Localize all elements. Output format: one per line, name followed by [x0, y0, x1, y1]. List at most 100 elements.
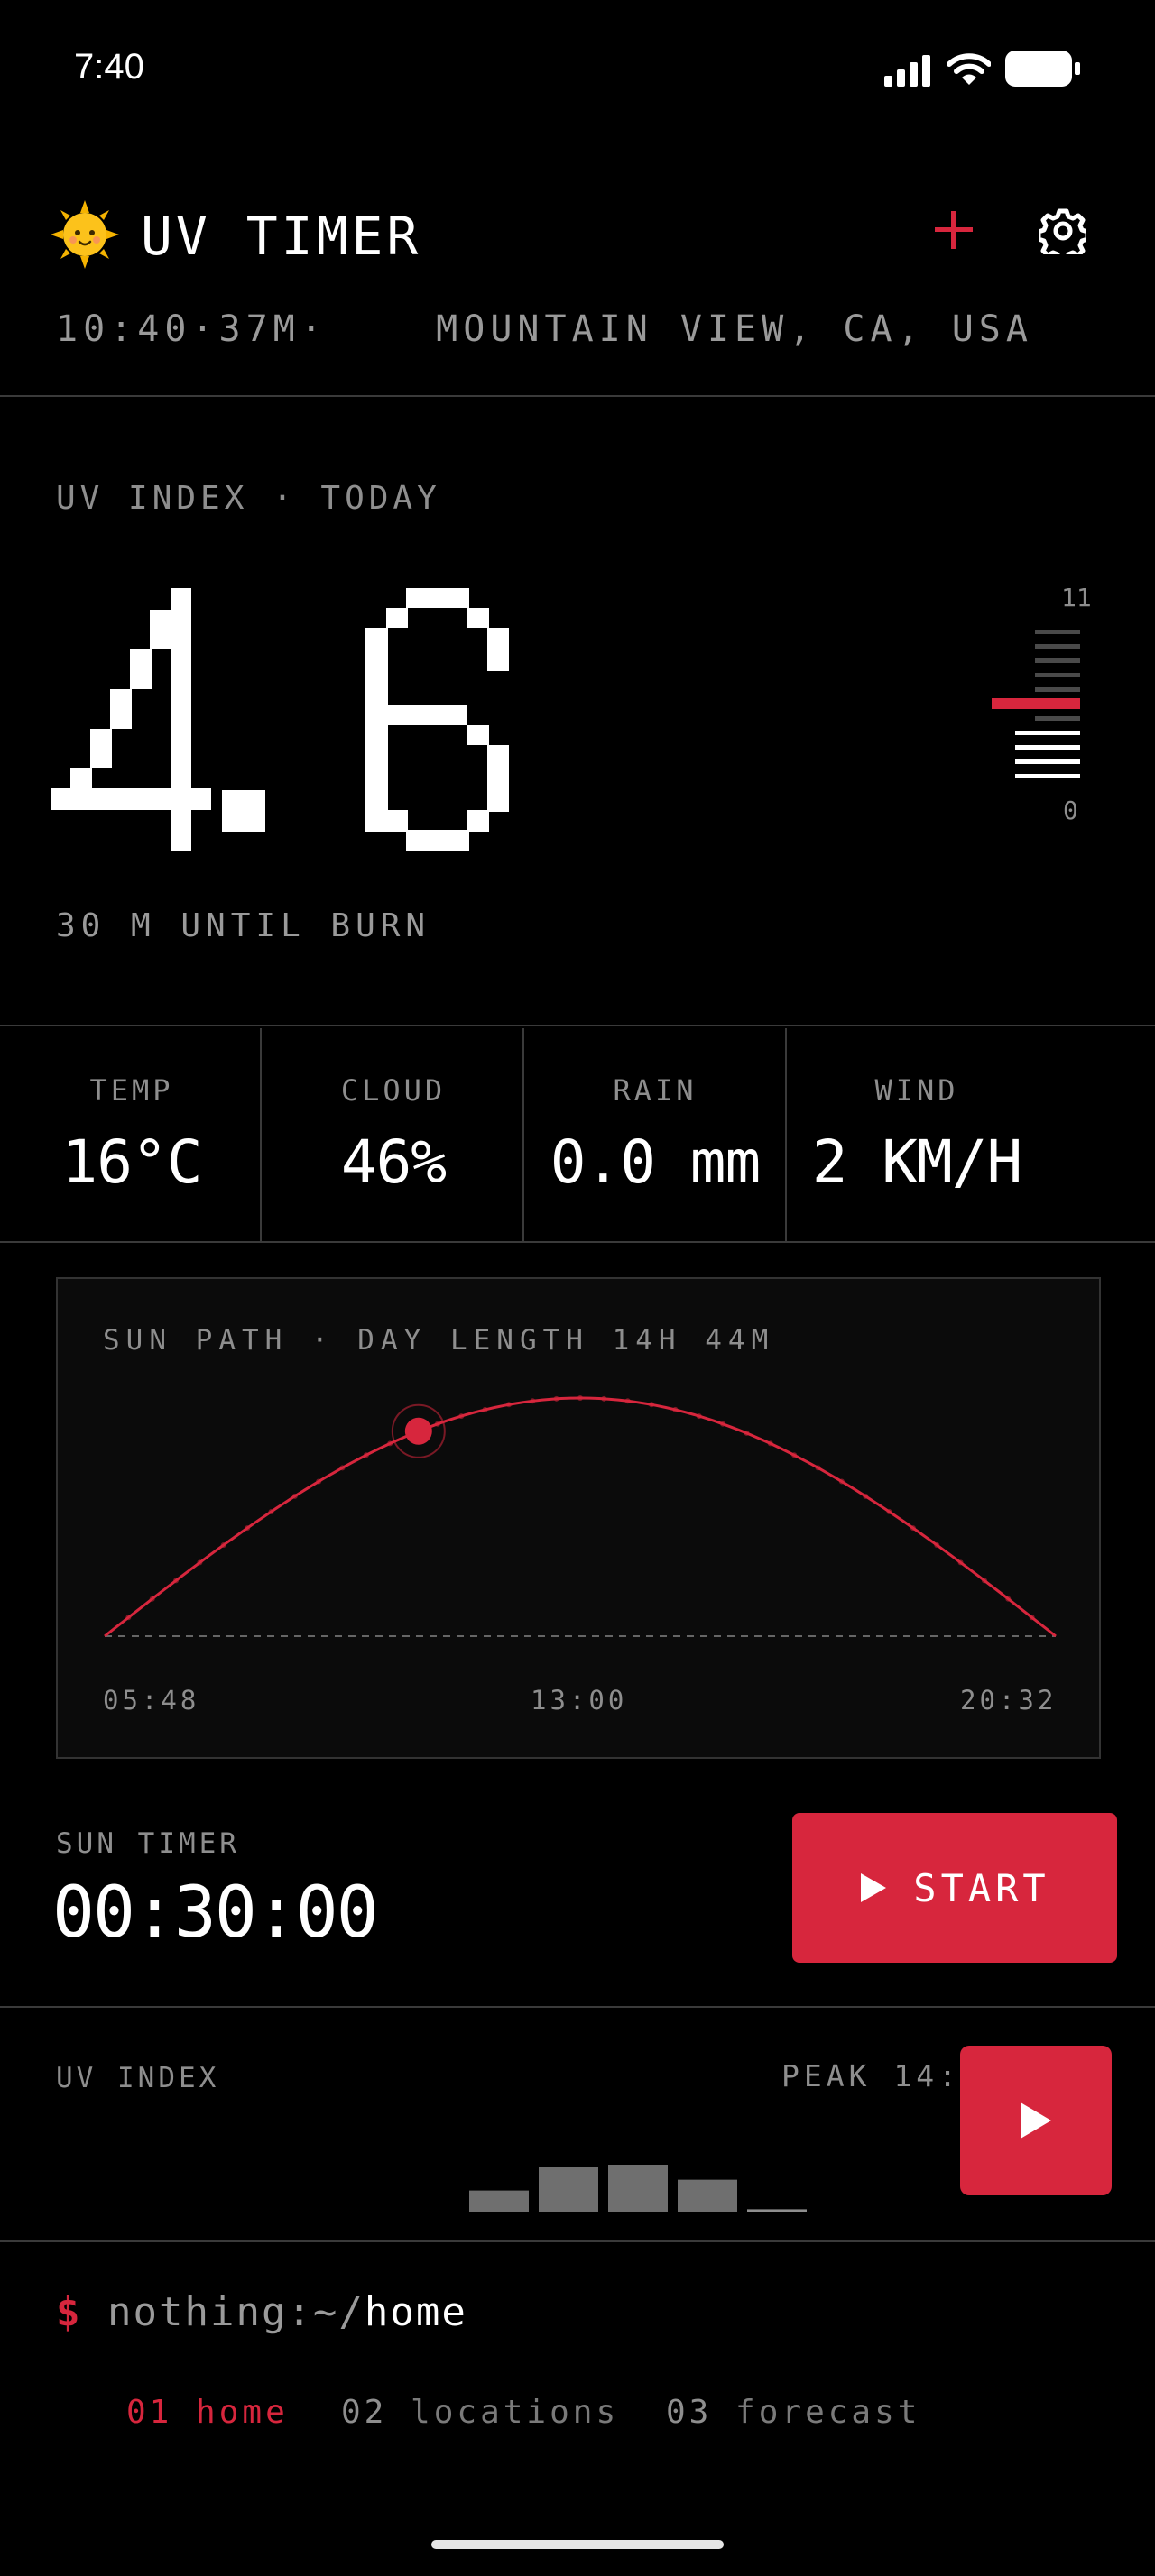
nav-label: home — [196, 2394, 289, 2431]
uv-scale-tick — [1035, 658, 1080, 663]
divider — [0, 395, 1155, 397]
stat-wind: WIND 2 KM/H — [787, 1030, 1047, 1239]
uv-index-value — [51, 588, 509, 851]
arc-tick — [791, 1452, 798, 1458]
uv-scale-min: 0 — [1063, 796, 1078, 825]
nav-number: 03 — [666, 2394, 713, 2431]
arc-tick — [1029, 1615, 1035, 1621]
stat-temp: TEMP 16°C — [2, 1030, 262, 1239]
nav-home[interactable]: 01 home — [126, 2394, 289, 2431]
arc-tick — [173, 1578, 180, 1584]
arc-tick — [767, 1440, 773, 1447]
uv-forecast-bar — [539, 2167, 598, 2212]
uv-forecast-bar — [469, 2190, 529, 2212]
arc-tick — [482, 1406, 488, 1412]
play-icon — [1021, 2102, 1051, 2139]
arc-tick — [339, 1465, 346, 1471]
start-button-label: START — [913, 1865, 1050, 1910]
sun-position-marker — [404, 1417, 432, 1445]
arc-tick — [744, 1430, 750, 1436]
stat-rain: RAIN 0.0 mm — [525, 1030, 785, 1239]
arc-tick — [578, 1395, 583, 1401]
stat-label: WIND — [874, 1073, 959, 1108]
uv-forecast-bar — [747, 2209, 807, 2212]
settings-gear-icon[interactable] — [1040, 207, 1086, 254]
nav-locations[interactable]: 02 locations — [341, 2394, 619, 2431]
sun-timer-value: 00:30:00 — [52, 1872, 379, 1954]
uv-scale-tick — [1035, 644, 1080, 649]
arc-tick — [291, 1493, 298, 1499]
arc-tick — [125, 1615, 132, 1621]
arc-tick — [505, 1402, 512, 1408]
arc-tick — [957, 1559, 964, 1566]
uv-forecast-bar — [678, 2179, 737, 2212]
divider — [260, 1028, 262, 1241]
uv-scale-max: 11 — [1061, 583, 1092, 612]
location-name: MOUNTAIN VIEW, CA, USA — [436, 308, 1033, 350]
arc-tick — [149, 1596, 155, 1602]
uv-scale-tick — [992, 698, 1080, 709]
arc-tick — [530, 1398, 536, 1404]
prompt-dollar: $ — [56, 2289, 82, 2335]
sun-arc — [104, 1396, 1057, 1638]
arc-tick — [268, 1509, 274, 1515]
stat-value: 16°C — [61, 1127, 203, 1197]
battery-icon — [1005, 51, 1080, 87]
play-icon — [861, 1873, 887, 1902]
arc-tick — [601, 1395, 607, 1402]
nav-number: 01 — [126, 2394, 173, 2431]
sun-timer-label: SUN TIMER — [56, 1827, 240, 1860]
arc-tick — [316, 1478, 322, 1485]
uv-peak-time: PEAK 14:0 — [781, 2058, 984, 2093]
arc-tick — [720, 1421, 726, 1427]
arc-tick — [220, 1541, 226, 1548]
start-timer-button[interactable]: START — [792, 1813, 1117, 1963]
cellular-signal-icon — [884, 55, 930, 87]
play-fab-button[interactable] — [960, 2046, 1112, 2195]
stat-value: 46% — [340, 1127, 447, 1197]
stat-label: CLOUD — [340, 1073, 447, 1108]
arc-tick — [672, 1406, 679, 1412]
status-time: 7:40 — [74, 47, 144, 87]
uv-scale-tick — [1015, 774, 1080, 778]
divider — [0, 2240, 1155, 2242]
arc-tick — [458, 1413, 465, 1420]
divider — [0, 2006, 1155, 2008]
uv-index-label: UV INDEX · TODAY — [56, 480, 441, 517]
nav-label: forecast — [735, 2394, 921, 2431]
prompt-path: home — [364, 2289, 467, 2335]
sunrise-time: 05:48 — [103, 1685, 200, 1716]
arc-tick — [910, 1525, 916, 1532]
sun-face-icon — [51, 200, 119, 269]
status-bar: 7:40 — [0, 0, 1155, 135]
stat-value: 0.0 mm — [550, 1127, 761, 1197]
arc-tick — [838, 1478, 845, 1485]
wifi-icon — [947, 53, 991, 85]
app-title: UV TIMER — [141, 206, 422, 267]
uv-forecast-label: UV INDEX — [56, 2062, 220, 2094]
arc-tick — [1005, 1596, 1012, 1602]
uv-scale-tick — [1015, 745, 1080, 750]
subtitle-time: 10:40·37M· — [56, 308, 328, 350]
nav-label: locations — [411, 2394, 620, 2431]
arc-tick — [624, 1398, 631, 1404]
arc-tick — [886, 1509, 892, 1515]
add-location-button[interactable] — [933, 209, 975, 251]
sun-path-card: SUN PATH · DAY LENGTH 14H 44M 05:48 13:0… — [56, 1277, 1101, 1759]
stat-label: RAIN — [613, 1073, 698, 1108]
header-subtitle: 10:40·37M· MOUNTAIN VIEW, CA, USA — [56, 308, 1033, 350]
uv-scale-meter — [992, 630, 1080, 778]
home-indicator[interactable] — [431, 2540, 724, 2549]
nav-number: 02 — [341, 2394, 388, 2431]
uv-scale-tick — [1035, 673, 1080, 677]
arc-tick — [245, 1525, 251, 1532]
arc-tick — [696, 1413, 702, 1420]
nav-forecast[interactable]: 03 forecast — [666, 2394, 920, 2431]
uv-scale-tick — [1035, 630, 1080, 634]
divider — [0, 1241, 1155, 1243]
arc-tick — [434, 1421, 440, 1427]
arc-tick — [934, 1541, 940, 1548]
arc-tick — [649, 1402, 655, 1408]
arc-tick — [363, 1452, 369, 1458]
terminal-prompt: $ nothing:~/home — [56, 2289, 467, 2335]
